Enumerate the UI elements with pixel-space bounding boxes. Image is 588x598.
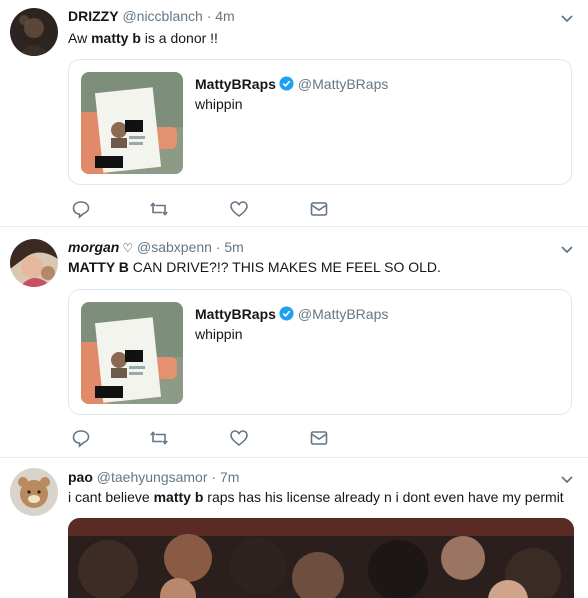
heart-icon[interactable] [229, 199, 249, 219]
text-segment: CAN DRIVE?!? THIS MAKES ME FEEL SO OLD. [128, 259, 441, 275]
tweet-text: MATTY B CAN DRIVE?!? THIS MAKES ME FEEL … [68, 259, 441, 275]
quoted-tweet[interactable]: MattyBRaps @MattyBRaps whippin [68, 289, 572, 415]
chevron-down-icon[interactable] [560, 243, 574, 257]
chevron-down-icon[interactable] [560, 473, 574, 487]
text-segment: raps has his license already n i dont ev… [203, 489, 564, 505]
tweet-text: i cant believe matty b raps has his lice… [68, 489, 564, 505]
author-name[interactable]: pao [68, 469, 93, 485]
envelope-icon[interactable] [309, 199, 329, 219]
quoted-text: whippin [195, 96, 243, 112]
tweet[interactable]: DRIZZY @niccblanch · 4m Aw matty b is a … [0, 0, 588, 227]
author-handle[interactable]: @niccblanch [122, 8, 202, 24]
avatar[interactable] [10, 239, 58, 287]
quoted-tweet[interactable]: MattyBRaps @MattyBRaps whippin [68, 59, 572, 185]
author-name[interactable]: morgan [68, 239, 119, 255]
reply-icon[interactable] [71, 428, 91, 448]
quoted-text: whippin [195, 326, 243, 342]
avatar[interactable] [10, 468, 58, 516]
chevron-down-icon[interactable] [560, 12, 574, 26]
tweet-text: Aw matty b is a donor !! [68, 30, 218, 46]
quoted-author-name[interactable]: MattyBRaps [195, 76, 276, 92]
timestamp[interactable]: · 4m [207, 8, 235, 24]
author-handle[interactable]: @sabxpenn [137, 239, 212, 255]
verified-badge-icon [279, 306, 294, 321]
heart-symbol-icon: ♡ [122, 241, 134, 255]
timestamp[interactable]: · 5m [216, 239, 244, 255]
tweet[interactable]: morgan ♡ @sabxpenn · 5m MATTY B CAN DRIVE… [0, 227, 588, 458]
avatar[interactable] [10, 8, 58, 56]
retweet-icon[interactable] [149, 428, 169, 448]
quoted-author-handle[interactable]: @MattyBRaps [298, 76, 388, 92]
text-highlight: matty b [91, 30, 141, 46]
timestamp[interactable]: · 7m [211, 469, 239, 485]
tweet-media[interactable] [68, 518, 574, 598]
envelope-icon[interactable] [309, 428, 329, 448]
text-segment: i cant believe [68, 489, 154, 505]
quoted-photo[interactable] [81, 72, 183, 174]
heart-icon[interactable] [229, 428, 249, 448]
quoted-author-name[interactable]: MattyBRaps [195, 306, 276, 322]
reply-icon[interactable] [71, 199, 91, 219]
text-segment: Aw [68, 30, 92, 46]
quoted-author-handle[interactable]: @MattyBRaps [298, 306, 388, 322]
tweet[interactable]: pao @taehyungsamor · 7m i cant believe m… [0, 458, 588, 598]
quoted-photo[interactable] [81, 302, 183, 404]
text-segment: is a donor !! [140, 30, 218, 46]
verified-badge-icon [279, 76, 294, 91]
text-highlight: MATTY B [68, 259, 129, 275]
retweet-icon[interactable] [149, 199, 169, 219]
author-handle[interactable]: @taehyungsamor [97, 469, 208, 485]
author-name[interactable]: DRIZZY [68, 8, 119, 24]
text-highlight: matty b [153, 489, 204, 505]
